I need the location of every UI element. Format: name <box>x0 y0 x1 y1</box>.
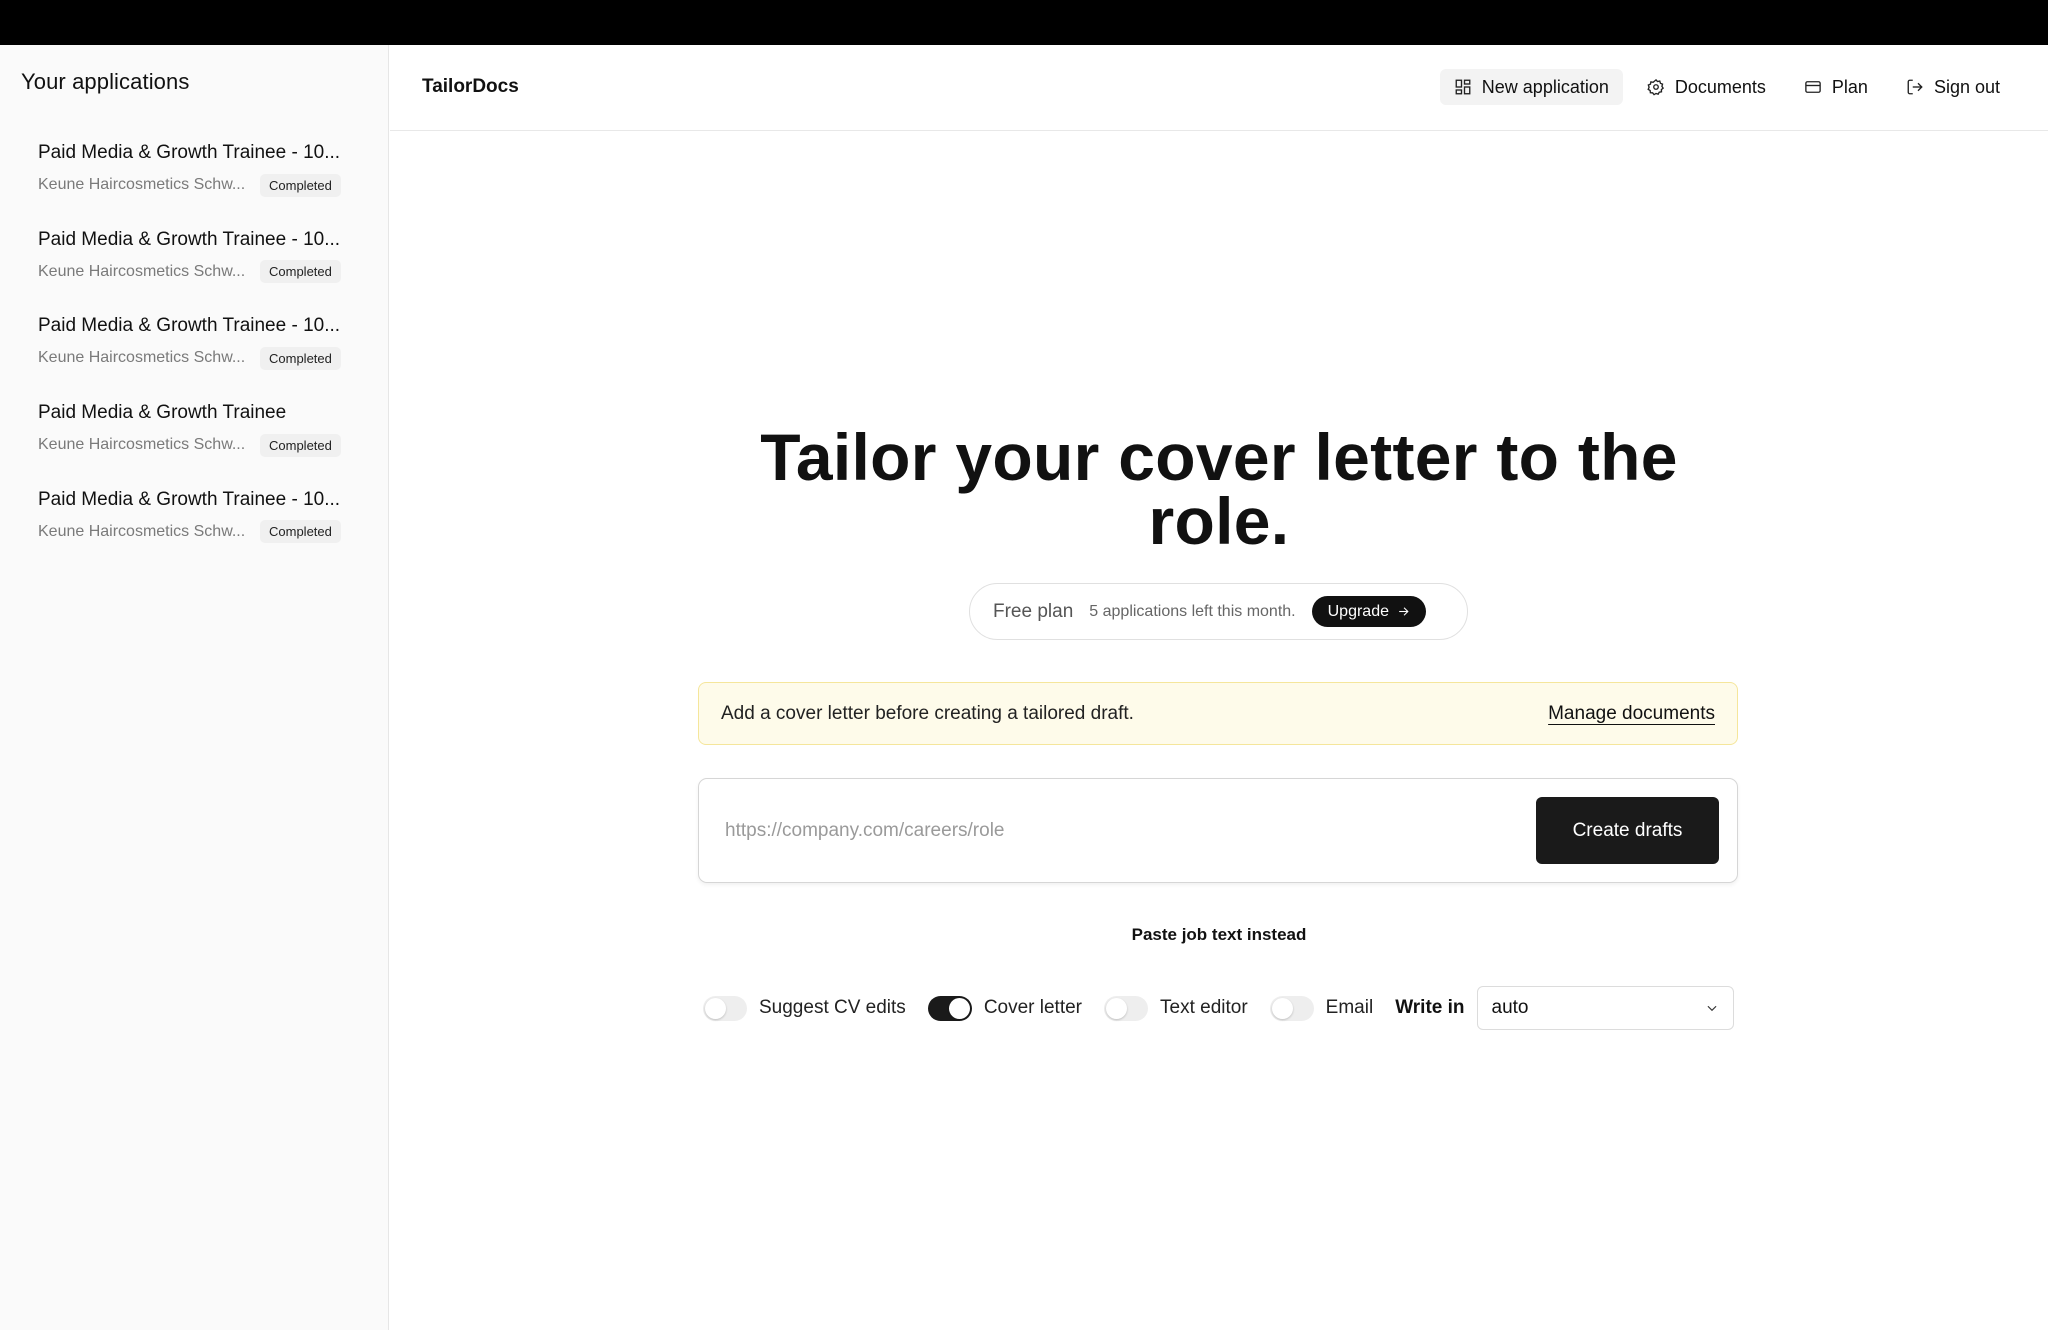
create-drafts-button[interactable]: Create drafts <box>1536 797 1719 864</box>
toggle-knob <box>1106 997 1128 1019</box>
language-select[interactable]: auto <box>1476 986 1734 1030</box>
application-company: Keune Haircosmetics Schw... <box>38 349 246 367</box>
toggle-knob <box>705 997 726 1019</box>
application-meta: Keune Haircosmetics Schw... Completed <box>38 433 350 457</box>
job-url-input[interactable] <box>725 819 1536 842</box>
write-in-label: Write in <box>1395 997 1465 1018</box>
application-item[interactable]: Paid Media & Growth Trainee - 10... Keun… <box>21 478 367 565</box>
sidebar-title: Your applications <box>21 69 190 94</box>
status-badge: Completed <box>260 520 341 544</box>
email-toggle[interactable] <box>1269 995 1314 1021</box>
email-option[interactable]: Email <box>1269 995 1374 1021</box>
application-company: Keune Haircosmetics Schw... <box>38 262 246 280</box>
status-badge: Completed <box>260 260 341 284</box>
application-company: Keune Haircosmetics Schw... <box>38 176 246 193</box>
arrow-right-icon <box>1399 607 1409 616</box>
application-meta: Keune Haircosmetics Schw... Completed <box>38 346 350 370</box>
application-meta: Keune Haircosmetics Schw... Completed <box>38 173 350 197</box>
application-title: Paid Media & Growth Trainee - 10... <box>38 228 341 250</box>
status-badge: Completed <box>260 346 341 370</box>
text-editor-toggle[interactable] <box>1104 995 1149 1021</box>
main-content: TailorDocs New application Documents Pla… <box>390 45 2048 1330</box>
header: TailorDocs New application Documents Pla… <box>390 45 2048 131</box>
application-title: Paid Media & Growth Trainee <box>38 402 287 424</box>
toggle-knob <box>948 997 970 1019</box>
application-item[interactable]: Paid Media & Growth Trainee - 10... Keun… <box>21 131 367 218</box>
plan-button[interactable]: Plan <box>1790 69 1882 105</box>
new-application-button[interactable]: New application <box>1439 69 1623 105</box>
cover-letter-label: Cover letter <box>983 997 1083 1018</box>
sign-out-button[interactable]: Sign out <box>1892 69 2014 105</box>
upgrade-label: Upgrade <box>1327 602 1389 620</box>
job-url-form: Create drafts <box>698 778 1738 883</box>
toggle-knob <box>1271 997 1293 1019</box>
new-application-label: New application <box>1481 76 1609 97</box>
plan-label: Plan <box>1831 76 1868 97</box>
suggest-cv-edits-label: Suggest CV edits <box>759 997 906 1018</box>
dashboard-icon <box>1455 79 1471 95</box>
status-badge: Completed <box>260 433 341 457</box>
application-meta: Keune Haircosmetics Schw... Completed <box>38 520 350 544</box>
sign-out-icon <box>1907 79 1923 95</box>
language-select-value: auto <box>1491 997 1529 1018</box>
plan-name: Free plan <box>993 600 1074 622</box>
hero: Tailor your cover letter to the role. <box>390 420 2048 558</box>
documents-label: Documents <box>1674 76 1766 97</box>
text-editor-option[interactable]: Text editor <box>1104 995 1248 1021</box>
manage-documents-link[interactable]: Manage documents <box>1548 703 1715 725</box>
application-title: Paid Media & Growth Trainee - 10... <box>38 315 341 337</box>
application-meta: Keune Haircosmetics Schw... Completed <box>38 260 350 284</box>
notice-text: Add a cover letter before creating a tai… <box>721 702 1134 724</box>
application-item[interactable]: Paid Media & Growth Trainee - 10... Keun… <box>21 304 367 391</box>
paste-job-text-link[interactable]: Paste job text instead <box>1132 925 1307 944</box>
suggest-cv-edits-toggle[interactable] <box>703 995 747 1021</box>
status-badge: Completed <box>260 173 341 197</box>
chevron-down-icon <box>1707 1005 1717 1012</box>
text-editor-label: Text editor <box>1160 997 1248 1018</box>
suggest-cv-edits-option[interactable]: Suggest CV edits <box>703 995 906 1021</box>
application-title: Paid Media & Growth Trainee - 10... <box>38 488 341 510</box>
paste-link-row: Paste job text instead <box>390 925 2048 945</box>
application-item[interactable]: Paid Media & Growth Trainee Keune Hairco… <box>21 391 367 478</box>
draft-options: Suggest CV edits Cover letter Text edito… <box>703 986 1734 1030</box>
sidebar: Your applications Paid Media & Growth Tr… <box>0 45 389 1330</box>
page-title: Tailor your cover letter to the role. <box>760 420 1678 558</box>
application-company: Keune Haircosmetics Schw... <box>38 436 246 454</box>
plan-remaining: 5 applications left this month. <box>1089 602 1296 620</box>
upgrade-button[interactable]: Upgrade <box>1311 596 1426 627</box>
cover-letter-option[interactable]: Cover letter <box>927 995 1083 1021</box>
credit-card-icon <box>1805 81 1821 93</box>
window-top-bar <box>0 0 2048 45</box>
email-label: Email <box>1325 997 1374 1018</box>
plan-status-pill: Free plan 5 applications left this month… <box>969 583 1468 640</box>
top-nav: New application Documents Plan Sign out <box>1439 69 2014 105</box>
application-item[interactable]: Paid Media & Growth Trainee - 10... Keun… <box>21 218 367 305</box>
brand-logo[interactable]: TailorDocs <box>422 76 519 98</box>
gear-icon <box>1647 78 1664 96</box>
documents-button[interactable]: Documents <box>1633 69 1780 105</box>
application-company: Keune Haircosmetics Schw... <box>38 522 246 540</box>
cover-letter-toggle[interactable] <box>927 995 972 1021</box>
application-title: Paid Media & Growth Trainee - 10... <box>38 142 341 163</box>
sign-out-label: Sign out <box>1933 76 2000 97</box>
cover-letter-notice: Add a cover letter before creating a tai… <box>698 682 1738 745</box>
application-list: Paid Media & Growth Trainee - 10... Keun… <box>21 131 367 564</box>
